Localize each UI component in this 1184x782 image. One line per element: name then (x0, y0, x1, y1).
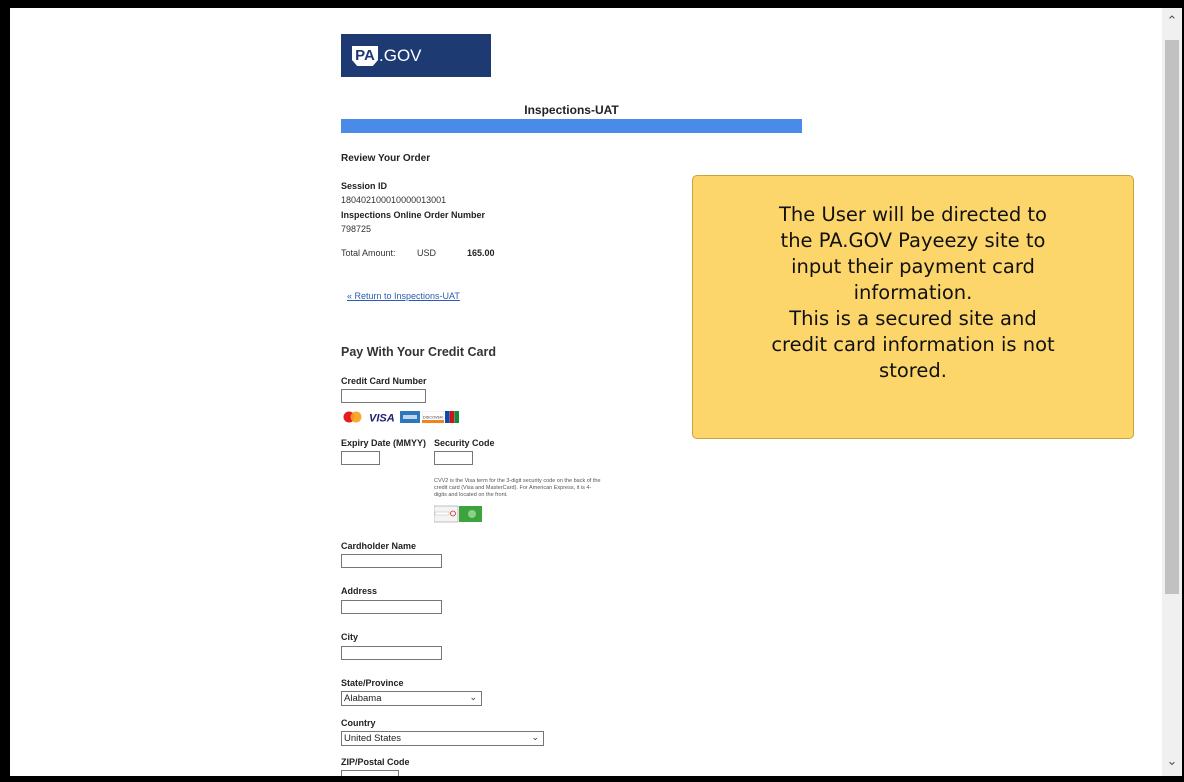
logo-gov-text: .GOV (379, 46, 422, 65)
chevron-down-icon: ⌄ (469, 693, 477, 703)
zip-input[interactable] (341, 770, 399, 776)
discover-icon: DISCOVER (422, 411, 444, 423)
vertical-scrollbar[interactable]: ⌃ ⌄ (1162, 8, 1182, 776)
cvv-card-icon (434, 505, 482, 523)
return-link[interactable]: « Return to Inspections-UAT (347, 291, 460, 301)
discover-text: DISCOVER (423, 416, 443, 420)
pa-keystone-icon: PA (352, 46, 378, 66)
chevron-down-icon: ⌄ (531, 733, 539, 743)
expiry-label: Expiry Date (MMYY) (341, 438, 427, 448)
expiry-input[interactable] (341, 451, 380, 465)
mastercard-icon (343, 411, 362, 423)
callout-line-4: information. (853, 281, 973, 304)
amex-icon (400, 411, 420, 423)
zip-label: ZIP/Postal Code (341, 757, 410, 767)
callout-line-5: This is a secured site and (789, 307, 1037, 330)
security-code-input[interactable] (434, 451, 473, 465)
security-code-label: Security Code (434, 438, 495, 448)
review-heading: Review Your Order (341, 153, 431, 164)
state-select-value: Alabama (344, 693, 382, 704)
total-amount-value: 165.00 (467, 248, 495, 258)
currency: USD (417, 248, 437, 258)
session-id-value: 180402100010000013001 (341, 195, 447, 205)
browser-viewport: PA .GOV Inspections-UAT Review Your Orde… (10, 8, 1182, 776)
state-label: State/Province (341, 678, 404, 688)
card-number-input[interactable] (341, 389, 426, 403)
callout-line-2: the PA.GOV Payeezy site to (780, 229, 1046, 252)
address-label: Address (341, 586, 378, 596)
callout-line-7: stored. (879, 359, 947, 382)
session-id-label: Session ID (341, 181, 388, 191)
site-title: Inspections-UAT (524, 103, 619, 117)
city-input[interactable] (341, 646, 442, 660)
visa-icon: VISA (369, 413, 395, 424)
card-number-label: Credit Card Number (341, 376, 427, 386)
visa-text: VISA (369, 413, 395, 424)
pa-gov-logo: PA .GOV (341, 34, 491, 77)
order-number-label: Inspections Online Order Number (341, 210, 486, 220)
order-number-value: 798725 (341, 224, 372, 234)
city-label: City (341, 632, 359, 642)
state-select[interactable]: Alabama ⌄ (341, 691, 482, 706)
jcb-icon (445, 411, 459, 423)
scroll-down-icon[interactable]: ⌄ (1162, 752, 1182, 772)
callout-line-6: credit card information is not (771, 333, 1055, 356)
callout-line-3: input their payment card (791, 255, 1035, 278)
annotation-callout: The User will be directed to the PA.GOV … (692, 175, 1134, 439)
cardholder-input[interactable] (341, 554, 442, 568)
payment-heading: Pay With Your Credit Card (341, 345, 497, 359)
cvv-help-text: CVV2 is the Visa term for the 3-digit se… (434, 478, 601, 498)
scrollbar-thumb[interactable] (1165, 40, 1179, 594)
scroll-up-icon[interactable]: ⌃ (1162, 12, 1182, 32)
payment-page: PA .GOV Inspections-UAT Review Your Orde… (10, 8, 1162, 776)
header-bar (341, 119, 802, 133)
country-select-value: United States (344, 733, 402, 744)
callout-line-1: The User will be directed to (779, 203, 1047, 226)
cardholder-label: Cardholder Name (341, 541, 417, 551)
total-amount-label: Total Amount: (341, 248, 396, 258)
country-label: Country (341, 718, 376, 728)
country-select[interactable]: United States ⌄ (341, 731, 544, 746)
address-input[interactable] (341, 600, 442, 614)
